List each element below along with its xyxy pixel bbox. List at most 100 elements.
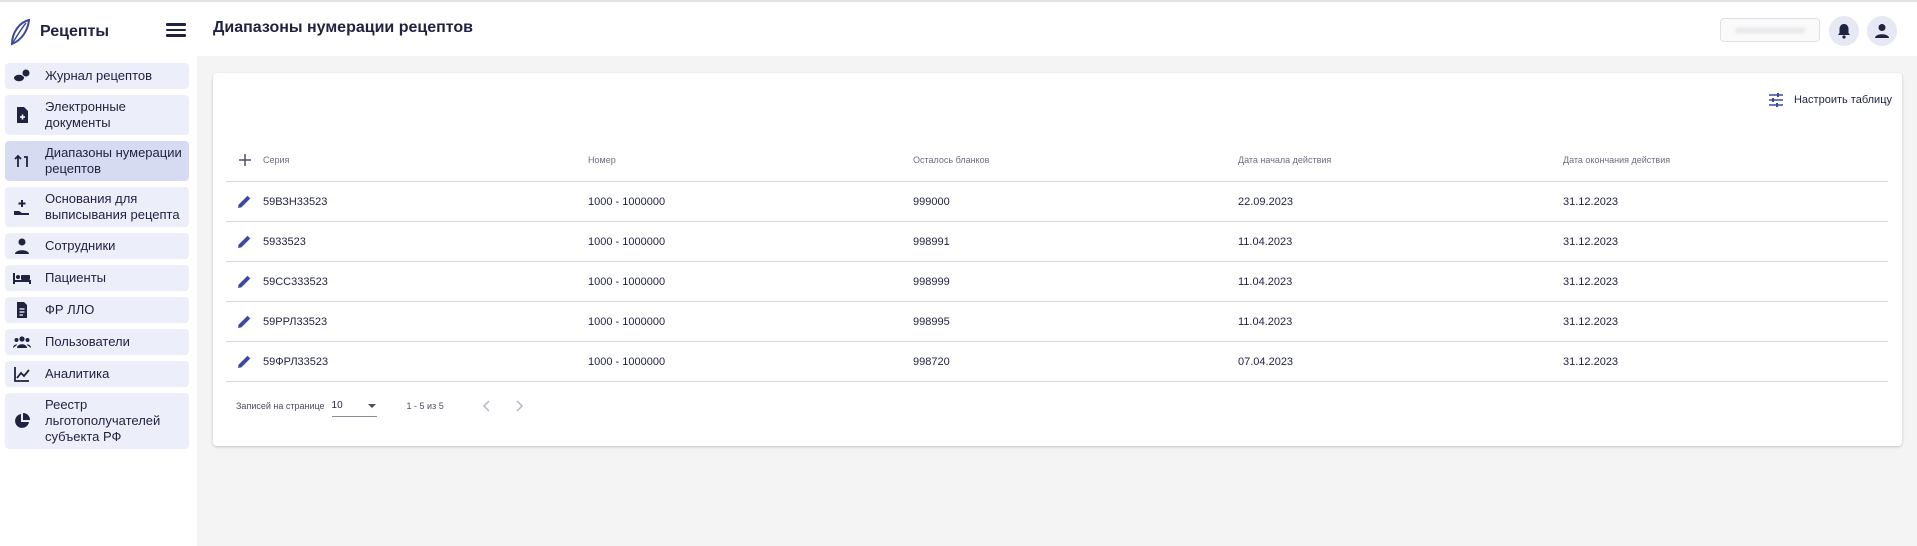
cell-series: 59ФРЛ33523 [263, 355, 329, 368]
cell-number: 1000 - 1000000 [588, 235, 666, 248]
sidebar-item-beneficiary-registry[interactable]: Реестр льготополучателей субъекта РФ [5, 393, 189, 449]
column-header-number[interactable]: Номер [588, 155, 913, 165]
column-header-series[interactable]: Серия [263, 155, 588, 165]
cell-end-date: 31.12.2023 [1563, 355, 1619, 368]
pie-chart-icon [13, 412, 31, 430]
sidebar-item-label: Пациенты [45, 270, 106, 285]
table-row: 59РРЛ33523 1000 - 1000000 998995 11.04.2… [226, 302, 1888, 342]
page-title: Диапазоны нумерации рецептов [213, 19, 474, 36]
cell-series: 59РРЛ33523 [263, 315, 328, 328]
line-chart-icon [13, 365, 31, 383]
sidebar-item-prescription-log[interactable]: Журнал рецептов [5, 63, 189, 89]
next-page-button[interactable] [508, 395, 530, 417]
bed-icon [13, 269, 31, 287]
cell-start-date: 11.04.2023 [1238, 275, 1293, 288]
sidebar-item-staff[interactable]: Сотрудники [5, 233, 189, 259]
pencil-icon [238, 315, 251, 328]
pencil-icon [238, 355, 251, 368]
sidebar-item-label: Основания для выписывания рецепта [45, 191, 180, 222]
sidebar-nav: Журнал рецептов Электронные документы Ди… [5, 63, 189, 455]
cell-end-date: 31.12.2023 [1563, 275, 1619, 288]
sidebar-item-patients[interactable]: Пациенты [5, 265, 189, 291]
chevron-left-icon [482, 400, 490, 412]
table-header: Серия Номер Осталось бланков Дата начала… [226, 139, 1888, 182]
edit-row-button[interactable] [234, 191, 256, 213]
cell-remaining: 998995 [913, 315, 950, 328]
tune-icon [1768, 93, 1783, 107]
edit-row-button[interactable] [234, 231, 256, 253]
cell-remaining: 998991 [913, 235, 950, 248]
pencil-icon [238, 195, 251, 208]
chevron-right-icon [516, 400, 523, 412]
document-icon [13, 106, 31, 124]
caret-down-icon [367, 403, 376, 408]
configure-table-button[interactable]: Настроить таблицу [1767, 91, 1892, 109]
cell-start-date: 11.04.2023 [1238, 235, 1293, 248]
sidebar-item-prescription-grounds[interactable]: Основания для выписывания рецепта [5, 187, 189, 227]
table-row: 59ФРЛ33523 1000 - 1000000 998720 07.04.2… [226, 342, 1888, 382]
cell-number: 1000 - 1000000 [588, 195, 666, 208]
sidebar-item-analytics[interactable]: Аналитика [5, 361, 189, 387]
sidebar-item-label: Аналитика [45, 366, 110, 381]
column-header-start-date[interactable]: Дата начала действия [1238, 155, 1563, 165]
notifications-button[interactable] [1829, 16, 1859, 46]
table-row: 5933523 1000 - 1000000 998991 11.04.2023… [226, 222, 1888, 262]
sort-numbers-icon [13, 152, 31, 170]
user-icon [1875, 24, 1889, 38]
sidebar-item-label: Диапазоны нумерации рецептов [45, 145, 182, 176]
sidebar-item-label: Пользователи [45, 334, 130, 349]
hand-plus-icon [13, 198, 31, 216]
sidebar-item-label: Электронные документы [45, 99, 126, 130]
cell-end-date: 31.12.2023 [1563, 235, 1619, 248]
clipboard-icon [13, 301, 31, 319]
cell-number: 1000 - 1000000 [588, 315, 666, 328]
cell-remaining: 999000 [913, 195, 950, 208]
sidebar-item-label: Журнал рецептов [45, 68, 153, 83]
column-header-end-date[interactable]: Дата окончания действия [1563, 155, 1888, 165]
sidebar: Рецепты Журнал рецептов Электронные доку… [0, 2, 197, 546]
brand[interactable]: Рецепты [8, 16, 109, 48]
cell-end-date: 31.12.2023 [1563, 195, 1619, 208]
column-header-remaining[interactable]: Осталось бланков [913, 155, 1238, 165]
cell-number: 1000 - 1000000 [588, 355, 666, 368]
cell-end-date: 31.12.2023 [1563, 315, 1619, 328]
staff-icon [13, 237, 31, 255]
sidebar-item-electronic-documents[interactable]: Электронные документы [5, 95, 189, 135]
cell-remaining: 998999 [913, 275, 950, 288]
sidebar-item-fr-llo[interactable]: ФР ЛЛО [5, 297, 189, 323]
app-title: Рецепты [40, 23, 110, 40]
cell-start-date: 22.09.2023 [1238, 195, 1294, 208]
leaf-logo-icon [10, 18, 31, 46]
top-header: Диапазоны нумерации рецептов [197, 2, 1917, 56]
sidebar-item-label: Реестр льготополучателей субъекта РФ [45, 397, 161, 444]
edit-row-button[interactable] [234, 271, 256, 293]
cell-series: 59ВЗН33523 [263, 195, 328, 208]
cell-start-date: 07.04.2023 [1238, 355, 1294, 368]
pills-icon [13, 67, 31, 85]
edit-row-button[interactable] [234, 351, 256, 373]
profile-button[interactable] [1867, 16, 1897, 46]
rows-per-page-label: Записей на странице [236, 401, 325, 411]
hamburger-icon[interactable] [166, 20, 186, 40]
sidebar-item-label: ФР ЛЛО [45, 302, 95, 317]
previous-page-button[interactable] [476, 395, 498, 417]
sidebar-item-users[interactable]: Пользователи [5, 329, 189, 355]
pagination: Записей на странице 10 1 - 5 из 5 [236, 395, 530, 417]
table-row: 59ВЗН33523 1000 - 1000000 999000 22.09.2… [226, 182, 1888, 222]
sidebar-item-label: Сотрудники [45, 238, 116, 253]
rows-per-page-select[interactable]: 10 [331, 395, 377, 417]
blurred-header-field[interactable] [1720, 18, 1820, 42]
edit-row-button[interactable] [234, 311, 256, 333]
cell-start-date: 11.04.2023 [1238, 315, 1293, 328]
ranges-card: Настроить таблицу Серия Номер Осталось б… [213, 73, 1902, 446]
cell-series: 5933523 [263, 235, 306, 248]
cell-remaining: 998720 [913, 355, 950, 368]
sidebar-item-numbering-ranges[interactable]: Диапазоны нумерации рецептов [5, 141, 189, 181]
group-icon [13, 333, 31, 351]
plus-icon [238, 154, 251, 166]
pencil-icon [238, 235, 251, 248]
cell-series: 59СС333523 [263, 275, 328, 288]
table-row: 59СС333523 1000 - 1000000 998999 11.04.2… [226, 262, 1888, 302]
page-range-text: 1 - 5 из 5 [406, 401, 444, 411]
add-range-button[interactable] [234, 149, 256, 171]
